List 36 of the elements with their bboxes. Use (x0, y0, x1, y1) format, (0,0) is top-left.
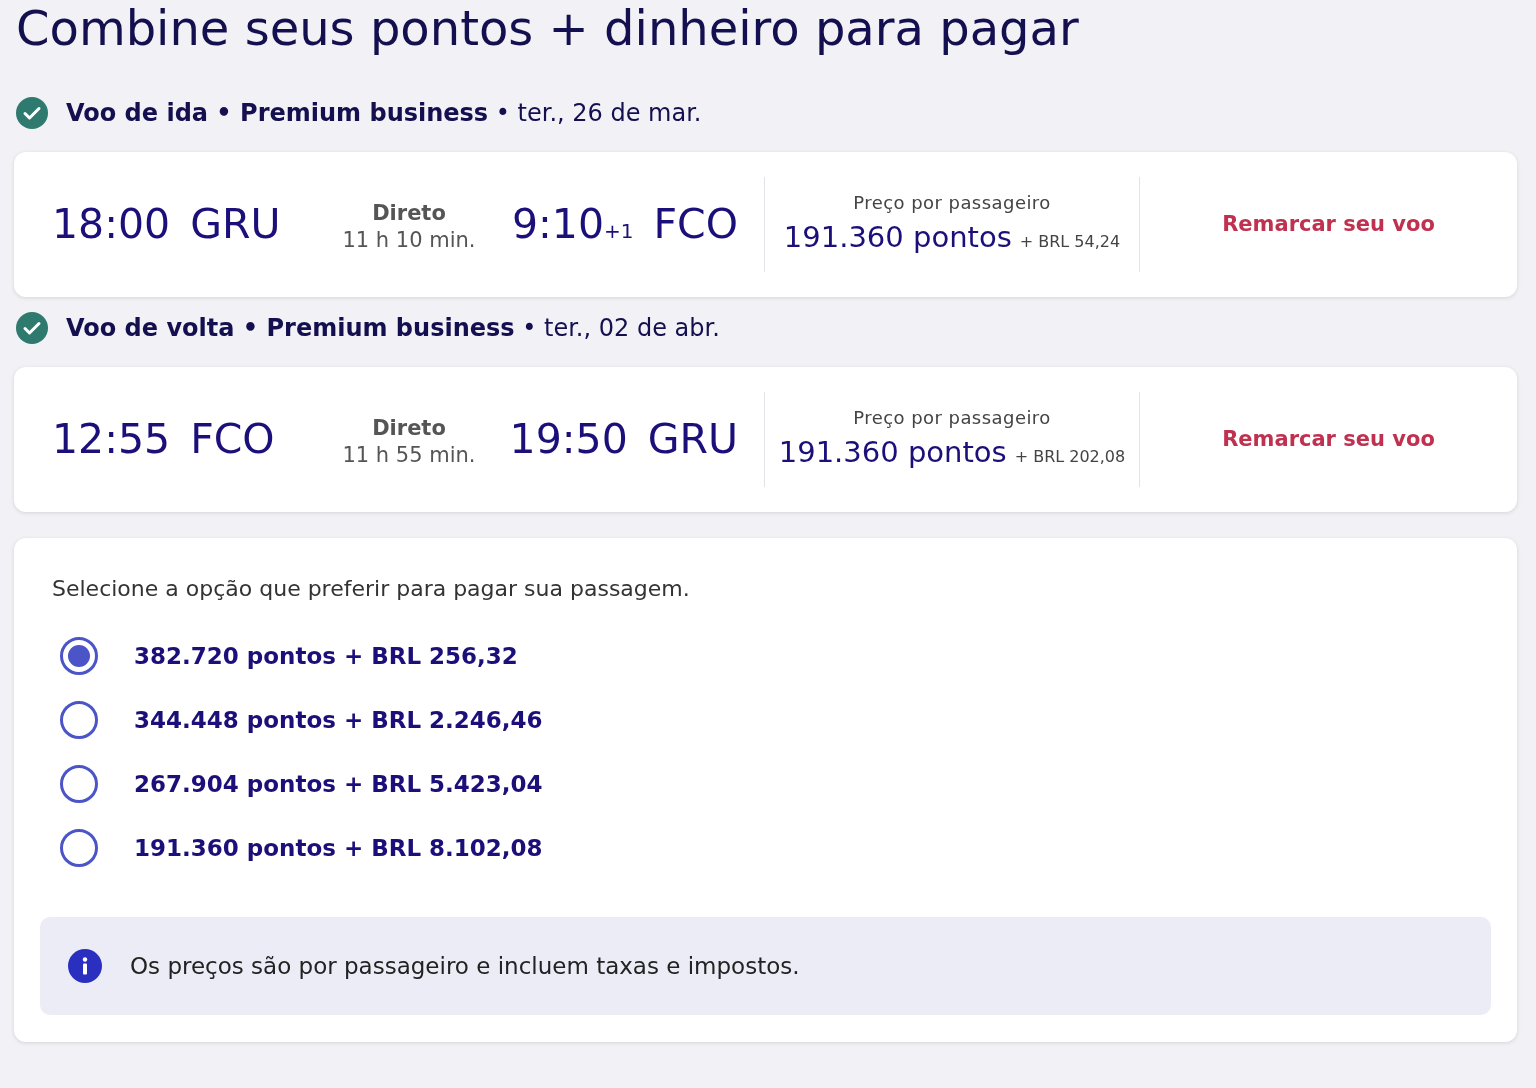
radio-button[interactable] (60, 829, 98, 867)
departure-airport: FCO (190, 413, 275, 465)
day-offset: +1 (604, 217, 634, 245)
arrival-airport: FCO (653, 198, 738, 250)
flight-duration: 11 h 55 min. (342, 444, 476, 466)
check-circle-icon (16, 312, 48, 344)
payment-option[interactable]: 267.904 pontos + BRL 5.423,04 (60, 763, 1491, 805)
stops-label: Direto (372, 415, 446, 443)
departure-airport: GRU (190, 198, 281, 250)
info-icon (68, 949, 102, 983)
stops-label: Direto (372, 200, 446, 228)
cash-price: + BRL 202,08 (1014, 446, 1126, 469)
payment-option[interactable]: 382.720 pontos + BRL 256,32 (60, 635, 1491, 677)
arrival-airport: GRU (647, 413, 738, 465)
rebook-link[interactable]: Remarcar seu voo (1222, 423, 1435, 456)
info-note: Os preços são por passageiro e incluem taxas e impostos. (130, 951, 800, 981)
cash-price: + BRL 54,24 (1019, 231, 1121, 254)
radio-button[interactable] (60, 765, 98, 803)
price-label: Preço por passageiro (853, 406, 1051, 431)
rebook-link[interactable]: Remarcar seu voo (1222, 208, 1435, 241)
arrival-time: 9:10 (511, 198, 605, 250)
radio-button[interactable] (60, 637, 98, 675)
points-price: 191.360 pontos (783, 219, 1012, 257)
payment-option[interactable]: 344.448 pontos + BRL 2.246,46 (60, 699, 1491, 741)
price-label: Preço por passageiro (853, 191, 1051, 216)
payment-prompt: Selecione a opção que preferir para pagar sua passagem. (51, 575, 691, 603)
departure-time: 18:00 (52, 198, 171, 250)
check-circle-icon (16, 97, 48, 129)
flight-duration: 11 h 10 min. (342, 229, 476, 251)
flight-heading: Voo de volta • Premium business • ter., 02 de abr. (66, 313, 720, 344)
arrival-time: 19:50 (509, 413, 628, 465)
radio-button[interactable] (60, 701, 98, 739)
points-price: 191.360 pontos (778, 434, 1007, 472)
departure-time: 12:55 (52, 413, 171, 465)
flight-heading: Voo de ida • Premium business • ter., 26 de mar. (66, 98, 702, 129)
payment-option[interactable]: 191.360 pontos + BRL 8.102,08 (60, 827, 1491, 869)
